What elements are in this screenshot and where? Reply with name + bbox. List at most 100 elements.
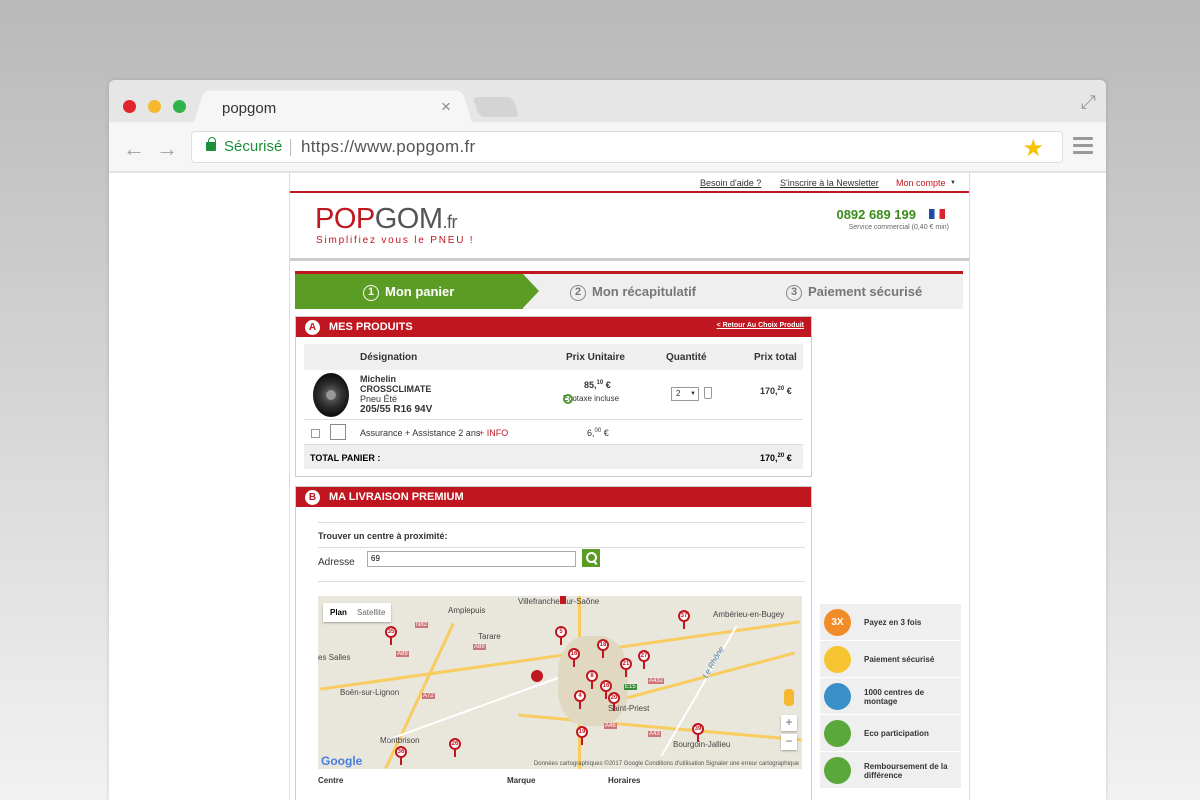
map-pin[interactable]: 8 [586, 670, 598, 689]
hamburger-menu-icon[interactable] [1073, 137, 1093, 155]
products-title: MES PRODUITS [329, 321, 413, 333]
search-button[interactable] [582, 549, 600, 567]
section-badge: B [305, 490, 320, 505]
money-icon [824, 757, 851, 784]
road-label: N82 [415, 622, 429, 628]
map-road [518, 713, 802, 742]
map-pin[interactable]: 35 [385, 626, 397, 645]
map-label: Ambérieu-en-Bugey [713, 610, 785, 619]
recycle-icon [563, 394, 573, 404]
tab-title: popgom [222, 100, 277, 117]
road-label: A43 [648, 731, 661, 737]
step-cart[interactable]: 1 Mon panier [363, 284, 454, 301]
url-field[interactable]: Sécurisé https://www.popgom.fr ★ [191, 131, 1063, 163]
divider [318, 547, 805, 548]
map-pin[interactable]: 4 [574, 690, 586, 709]
benefit-label: Paiement sécurisé [864, 655, 935, 664]
close-window-button[interactable] [123, 100, 136, 113]
price-currency: € [603, 380, 611, 390]
road-label: A72 [422, 693, 435, 699]
map-pin[interactable]: 16 [568, 648, 580, 667]
url-text[interactable]: https://www.popgom.fr [301, 137, 475, 157]
map-pin[interactable]: 5 [555, 626, 567, 645]
recycle-icon [824, 720, 851, 747]
map-pin[interactable]: 18 [597, 639, 609, 658]
map-pin[interactable]: 19 [576, 726, 588, 745]
insurance-checkbox[interactable] [311, 429, 320, 438]
minimize-window-button[interactable] [148, 100, 161, 113]
ecotax-note: Ecotaxe incluse [563, 394, 619, 404]
col-designation: Désignation [360, 352, 418, 363]
quantity-value: 2 [676, 389, 681, 398]
map-pin[interactable]: 16 [600, 680, 612, 699]
logo-fr: .fr [442, 212, 458, 232]
expand-icon[interactable]: ⤢ [1081, 92, 1096, 114]
account-link[interactable]: Mon compte [896, 178, 946, 188]
map-pin[interactable]: 39 [692, 723, 704, 742]
map-label: Amplepuis [448, 606, 486, 615]
ins-price-currency: € [601, 428, 609, 438]
tire-image[interactable] [313, 373, 349, 417]
road-label: A89 [396, 651, 409, 657]
cart-total-label: TOTAL PANIER : [310, 453, 381, 463]
map-pin[interactable]: 26 [449, 738, 461, 757]
cart-total-value: 170,20 € [760, 453, 792, 463]
insurance-info-link[interactable]: + INFO [479, 428, 508, 438]
map-tab-satellite[interactable]: Satellite [357, 608, 385, 617]
logo-gom: GOM [374, 203, 443, 235]
divider [318, 581, 805, 582]
address-input[interactable]: 69 [367, 551, 576, 567]
map-label: es Salles [318, 653, 351, 662]
newsletter-link[interactable]: S'inscrire à la Newsletter [780, 178, 879, 188]
map-pin[interactable]: 20 [608, 692, 620, 711]
step-label: Mon panier [385, 284, 455, 299]
new-tab-button[interactable] [472, 97, 520, 117]
popgom-logo[interactable]: POPGOM.fr [315, 203, 458, 236]
account-caret-icon[interactable]: ▼ [950, 180, 956, 186]
maximize-window-button[interactable] [173, 100, 186, 113]
secure-label: Sécurisé [224, 138, 283, 155]
cart-total-row: TOTAL PANIER : 170,20 € [304, 445, 803, 469]
back-to-products-link[interactable]: < Retour Au Choix Produit [717, 322, 804, 329]
map-pin[interactable]: 37 [678, 610, 690, 629]
ins-price-main: 6, [587, 428, 595, 438]
cart-total-currency: € [784, 453, 792, 463]
map-footer[interactable]: Données cartographiques ©2017 Google Con… [534, 761, 799, 767]
back-arrow-icon[interactable]: ← [123, 136, 145, 162]
delivery-panel: B MA LIVRAISON PREMIUM Trouver un centre… [295, 486, 812, 800]
help-link[interactable]: Besoin d'aide ? [700, 178, 761, 188]
zoom-in-button[interactable]: + [781, 715, 797, 731]
quantity-select[interactable]: 2 ▼ [671, 387, 699, 401]
forward-arrow-icon[interactable]: → [156, 136, 178, 162]
product-model[interactable]: CROSSCLIMATE [360, 384, 431, 394]
checkout-steps: 1 Mon panier 2 Mon récapitulatif 3 Paiement… [295, 271, 963, 309]
benefit-eco: Eco participation [820, 715, 961, 752]
benefit-label: 1000 centres de montage [864, 687, 925, 706]
padlock-icon [824, 646, 851, 673]
tagline: Simplifiez vous le PNEU ! [316, 235, 475, 246]
map-pin[interactable]: 21 [620, 658, 632, 677]
phone-subtext: Service commercial (0,40 € min) [848, 224, 949, 231]
street-view-pegman-icon[interactable] [784, 689, 794, 706]
insurance-price: 6,00 € [587, 428, 609, 438]
store-map[interactable]: Plan Satellite Villefranche-sur-Saône Am… [318, 596, 802, 769]
map-road [660, 625, 738, 757]
map-type-tabs: Plan Satellite [323, 603, 391, 622]
col-unit-price: Prix Unitaire [566, 352, 625, 363]
benefit-label: Payez en 3 fois [864, 618, 922, 627]
map-pin[interactable]: 27 [638, 650, 650, 669]
road-label: A89 [473, 644, 486, 650]
map-pin-top[interactable] [560, 596, 566, 604]
zoom-out-button[interactable]: − [781, 734, 797, 750]
close-tab-icon[interactable]: × [441, 97, 451, 117]
url-separator [290, 139, 291, 156]
phone-number[interactable]: 0892 689 199 [836, 207, 916, 222]
step-summary[interactable]: 2 Mon récapitulatif [570, 284, 696, 301]
bookmark-star-icon[interactable]: ★ [1022, 134, 1044, 163]
step-payment[interactable]: 3 Paiement sécurisé [786, 284, 922, 301]
trash-icon[interactable] [704, 387, 712, 399]
map-pin[interactable]: 36 [395, 746, 407, 765]
home-marker-icon[interactable] [531, 670, 543, 682]
map-tab-plan[interactable]: Plan [330, 608, 347, 617]
lock-icon [206, 137, 216, 151]
